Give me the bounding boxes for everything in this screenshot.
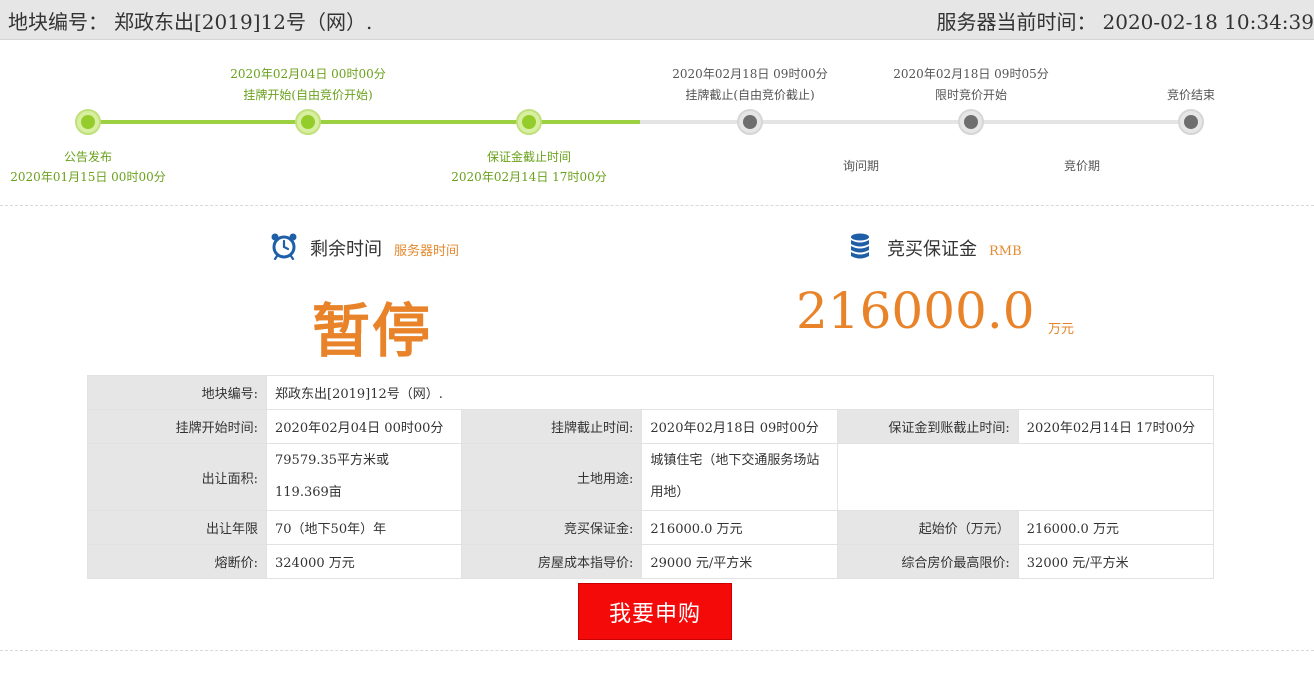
coins-stack-icon [851, 233, 869, 259]
deposit-unit: 万元 [1048, 322, 1075, 337]
phase-bidding: 竞价期 [1063, 159, 1101, 173]
area-value-line1: 79579.35平方米或 [275, 453, 390, 468]
area-value-line2: 119.369亩 [275, 485, 342, 500]
land-use-value: 城镇住宅（地下交通服务场站 用地） [641, 443, 838, 511]
milestone-2-name: 挂牌开始(自由竞价开始) [243, 88, 373, 102]
cost-guide-value: 29000 元/平方米 [641, 544, 838, 579]
deposit-amount: 216000.0 [796, 282, 1035, 340]
land-use-label: 土地用途: [461, 443, 643, 511]
empty-cell [836, 443, 1215, 511]
milestone-3-name: 保证金截止时间 [486, 150, 572, 164]
parcel-details-table: 地块编号: 郑政东出[2019]12号（网）. 挂牌开始时间: 2020年02月… [87, 375, 1215, 579]
milestone-node-6 [1178, 109, 1204, 135]
milestone-3-date: 2020年02月14日 17时00分 [451, 170, 607, 184]
land-use-value-line1: 城镇住宅（地下交通服务场站 [650, 453, 820, 468]
milestone-6-name: 竞价结束 [1166, 88, 1216, 102]
table-row: 挂牌开始时间: 2020年02月04日 00时00分 挂牌截止时间: 2020年… [87, 409, 1215, 444]
remaining-time-title: 剩余时间 [310, 239, 382, 260]
start-price-value: 216000.0 万元 [1017, 510, 1215, 545]
parcel-header: 地块编号： 郑政东出[2019]12号（网）. [8, 6, 372, 35]
milestone-2-date: 2020年02月04日 00时00分 [230, 67, 386, 81]
milestone-5-name: 限时竞价开始 [934, 88, 1008, 102]
deposit-deadline-value: 2020年02月14日 17时00分 [1017, 409, 1215, 444]
milestone-4-date: 2020年02月18日 09时00分 [672, 67, 828, 81]
max-price-label: 综合房价最高限价: [836, 544, 1019, 579]
area-label: 出让面积: [87, 443, 267, 511]
divider-top [0, 205, 1314, 206]
milestone-node-1 [75, 109, 101, 135]
deposit-header: 竞买保证金 RMB [887, 235, 1022, 261]
circuit-price-value: 324000 万元 [265, 544, 463, 579]
listing-start-label: 挂牌开始时间: [87, 409, 267, 444]
phase-inquiry: 询问期 [842, 159, 880, 173]
remaining-time-header: 剩余时间 服务器时间 [310, 235, 459, 261]
milestone-node-3 [516, 109, 542, 135]
parcel-header-label: 地块编号： [8, 10, 108, 34]
table-row: 熔断价: 324000 万元 房屋成本指导价: 29000 元/平方米 综合房价… [87, 544, 1215, 579]
listing-start-value: 2020年02月04日 00时00分 [265, 409, 463, 444]
remaining-time-sub: 服务器时间 [394, 244, 460, 259]
milestone-1-name: 公告发布 [63, 150, 113, 164]
milestone-4-name: 挂牌截止(自由竞价截止) [685, 88, 815, 102]
server-time-label: 服务器当前时间： [936, 10, 1097, 34]
milestone-5-date: 2020年02月18日 09时05分 [893, 67, 1049, 81]
table-row: 出让面积: 79579.35平方米或 119.369亩 土地用途: 城镇住宅（地… [87, 443, 1215, 511]
auction-status: 暂停 [312, 297, 433, 365]
apply-button[interactable]: 我要申购 [578, 583, 732, 640]
deposit-sub: RMB [989, 244, 1022, 259]
parcel-no-value: 郑政东出[2019]12号（网）. [266, 375, 1214, 410]
timeline-progress [88, 120, 640, 124]
milestone-node-2 [295, 109, 321, 135]
listing-end-label: 挂牌截止时间: [461, 409, 643, 444]
milestone-1-date: 2020年01月15日 00时00分 [10, 170, 166, 184]
table-row: 地块编号: 郑政东出[2019]12号（网）. [87, 375, 1214, 410]
circuit-price-label: 熔断价: [87, 544, 267, 579]
milestone-node-4 [737, 109, 763, 135]
start-price-label: 起始价（万元） [836, 510, 1019, 545]
divider-bottom [0, 650, 1314, 651]
bid-deposit-label: 竞买保证金: [461, 510, 643, 545]
server-time-value: 2020-02-18 10:34:39 [1102, 10, 1314, 34]
milestone-node-5 [958, 109, 984, 135]
land-use-value-line2: 用地） [650, 485, 690, 500]
table-row: 出让年限 70（地下50年）年 竞买保证金: 216000.0 万元 起始价（万… [87, 510, 1215, 545]
max-price-value: 32000 元/平方米 [1017, 544, 1215, 579]
area-value: 79579.35平方米或 119.369亩 [265, 443, 463, 511]
parcel-no-label: 地块编号: [87, 375, 267, 410]
cost-guide-label: 房屋成本指导价: [461, 544, 643, 579]
alarm-clock-icon [271, 233, 297, 260]
deposit-deadline-label: 保证金到账截止时间: [836, 409, 1019, 444]
server-time: 服务器当前时间： 2020-02-18 10:34:39 [937, 6, 1314, 35]
term-label: 出让年限 [87, 510, 267, 545]
term-value: 70（地下50年）年 [265, 510, 463, 545]
bid-deposit-value: 216000.0 万元 [641, 510, 838, 545]
listing-end-value: 2020年02月18日 09时00分 [641, 409, 838, 444]
parcel-header-value: 郑政东出[2019]12号（网）. [114, 10, 373, 34]
deposit-title: 竞买保证金 [887, 239, 977, 260]
auction-timeline: 2020年02月04日 00时00分 挂牌开始(自由竞价开始) 2020年02月… [0, 40, 1314, 205]
top-bar: 地块编号： 郑政东出[2019]12号（网）. 服务器当前时间： 2020-02-1… [0, 0, 1314, 40]
